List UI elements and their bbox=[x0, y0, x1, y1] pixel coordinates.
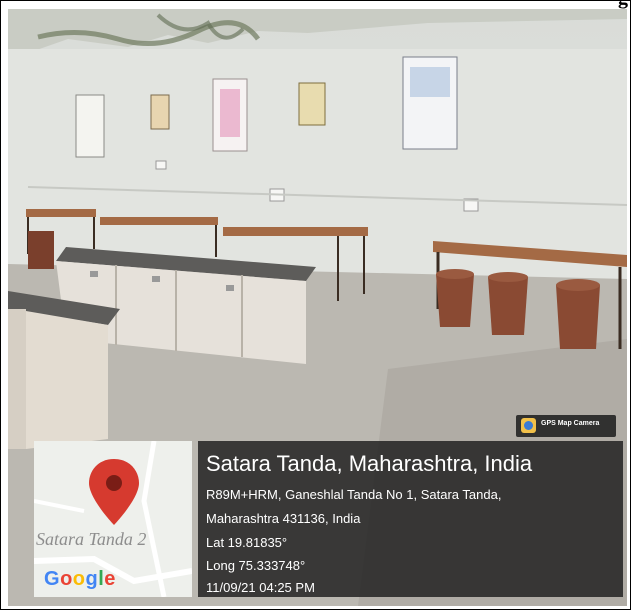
location-info-box: Satara Tanda, Maharashtra, India R89M+HR… bbox=[198, 441, 623, 597]
map-thumbnail: Satara Tanda 2 Google bbox=[34, 441, 192, 597]
gps-map-camera-badge: GPS Map Camera bbox=[516, 415, 616, 437]
badge-label: GPS Map Camera bbox=[541, 420, 600, 427]
address-line-2: Maharashtra 431136, India bbox=[206, 511, 361, 526]
datetime: 11/09/21 04:25 PM bbox=[206, 580, 315, 595]
google-logo: Google bbox=[44, 568, 116, 590]
header-strip: g bbox=[1, 1, 630, 9]
map-pin-icon bbox=[89, 459, 139, 525]
address-line-1: R89M+HRM, Ganeshlal Tanda No 1, Satara T… bbox=[206, 487, 502, 502]
longitude: Long 75.333748° bbox=[206, 558, 306, 573]
location-title: Satara Tanda, Maharashtra, India bbox=[206, 451, 533, 476]
map-place-label: Satara Tanda 2 bbox=[36, 529, 147, 549]
header-text-fragment: g bbox=[618, 1, 628, 9]
gps-map-camera-icon bbox=[521, 418, 536, 433]
latitude: Lat 19.81835° bbox=[206, 535, 288, 550]
photo-frame: g bbox=[0, 0, 631, 610]
